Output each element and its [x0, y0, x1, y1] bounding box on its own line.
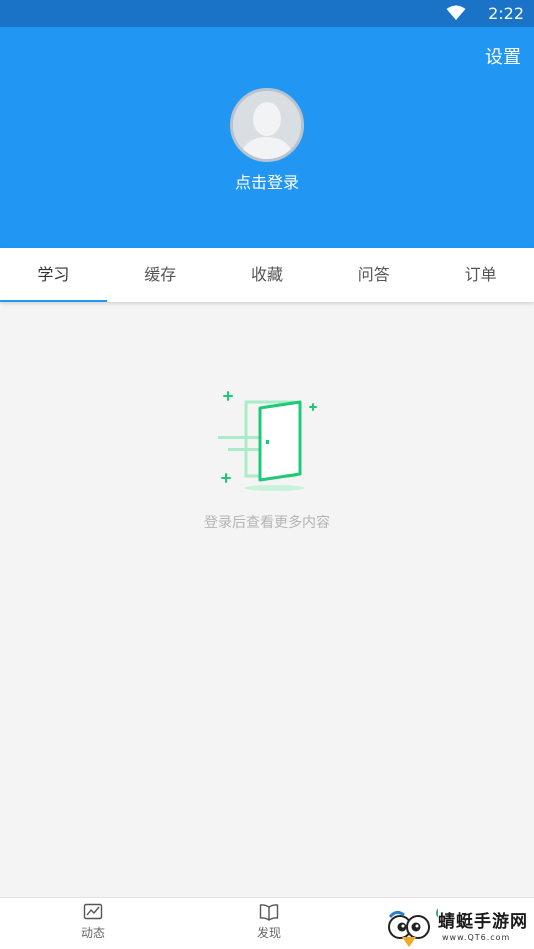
clock: 2:22 — [488, 4, 524, 23]
nav-discover[interactable]: 发现 — [239, 903, 299, 941]
login-prompt[interactable]: 点击登录 — [0, 173, 534, 193]
nav-activity[interactable]: 动态 — [63, 903, 123, 941]
avatar[interactable] — [230, 88, 304, 162]
status-bar: 2:22 — [0, 0, 534, 27]
tab-qa[interactable]: 问答 — [320, 248, 427, 302]
wifi-icon — [446, 5, 466, 20]
watermark: 蜻蜓手游网 www.QT6.com — [386, 903, 534, 949]
trend-chart-icon — [83, 903, 103, 920]
book-icon — [259, 904, 279, 921]
nav-activity-label: 动态 — [80, 926, 105, 940]
default-user-icon — [233, 91, 301, 159]
watermark-title: 蜻蜓手游网 — [438, 912, 528, 932]
tab-bar: 学习 缓存 收藏 问答 订单 — [0, 248, 534, 302]
tab-cache[interactable]: 缓存 — [107, 248, 214, 302]
watermark-url: www.QT6.com — [442, 933, 511, 942]
empty-message: 登录后查看更多内容 — [204, 515, 330, 531]
tab-favorites[interactable]: 收藏 — [214, 248, 321, 302]
nav-discover-label: 发现 — [256, 926, 281, 940]
tab-orders[interactable]: 订单 — [427, 248, 534, 302]
settings-button[interactable]: 设置 — [485, 47, 521, 69]
door-icon — [218, 391, 317, 491]
profile-header: 设置 点击登录 — [0, 27, 534, 248]
dragonfly-logo-icon — [388, 908, 438, 947]
tab-study[interactable]: 学习 — [0, 248, 107, 302]
